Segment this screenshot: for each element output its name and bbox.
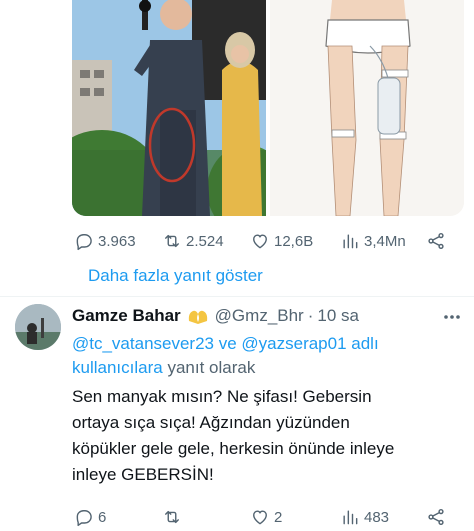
replying-to: @tc_vatansever23 ve @yazserap01 adlı kul… [72, 332, 462, 380]
views-icon [343, 234, 358, 249]
like-button[interactable]: 2 [250, 504, 282, 530]
separator-dot: · [307, 306, 314, 325]
display-name[interactable]: Gamze Bahar [72, 306, 181, 326]
views-count: 3,4Mn [364, 232, 406, 250]
views-button[interactable]: 3,4Mn [340, 226, 406, 256]
more-dots-icon [444, 315, 460, 319]
share-button[interactable] [426, 504, 446, 530]
heart-hands-emoji-icon [187, 307, 209, 325]
avatar-image [15, 304, 61, 350]
retweet-button[interactable]: 2.524 [162, 226, 224, 256]
views-count: 483 [364, 508, 390, 526]
reply-icon [76, 234, 92, 251]
reply-button[interactable]: 3.963 [74, 226, 136, 256]
show-more-replies-link[interactable]: Daha fazla yanıt göster [88, 266, 263, 286]
reply-divider [0, 296, 474, 297]
like-button[interactable]: 12,6B [250, 226, 313, 256]
avatar[interactable] [15, 304, 61, 350]
reply-text-line: köpükler gele gele, herkesin önünde inle… [72, 439, 395, 458]
share-icon [428, 232, 444, 250]
media-photo-speaker[interactable] [72, 0, 266, 216]
reply-text-line: inleye GEBERSİN! [72, 465, 214, 484]
retweet-icon [165, 510, 179, 524]
reply-action-bar: 6 2 483 [72, 504, 464, 530]
reply-text-line: ortaya sıça sıça! Ağzından yüzünden [72, 413, 350, 432]
reply-count: 6 [98, 508, 107, 526]
reply-header: Gamze Bahar @Gmz_Bhr · 10 sa [72, 304, 359, 328]
share-button[interactable] [426, 226, 446, 256]
views-icon [343, 510, 358, 525]
reply-icon [76, 510, 92, 527]
reply-button[interactable]: 6 [74, 504, 106, 530]
retweet-icon [165, 234, 179, 248]
photo-catheter-diagram [270, 0, 464, 216]
heart-icon [253, 510, 267, 525]
replying-to-suffix: yanıt olarak [167, 358, 256, 377]
retweet-button[interactable] [162, 504, 182, 530]
media-photo-diagram[interactable] [270, 0, 464, 216]
photo-speaker-illustration [72, 0, 266, 216]
reply-text-line: Sen manyak mısın? Ne şifası! Gebersin [72, 387, 372, 406]
like-count: 12,6B [274, 232, 314, 250]
timestamp[interactable]: 10 sa [317, 306, 359, 326]
heart-icon [253, 234, 267, 249]
like-count: 2 [274, 508, 283, 526]
more-options-button[interactable] [440, 308, 464, 326]
views-button[interactable]: 483 [340, 504, 389, 530]
tweet-media[interactable] [72, 0, 464, 216]
reply-count: 3.963 [98, 232, 136, 250]
handle[interactable]: @Gmz_Bhr [215, 306, 304, 326]
retweet-count: 2.524 [186, 232, 224, 250]
reply-text: Sen manyak mısın? Ne şifası! Gebersin or… [72, 384, 462, 488]
tweet-action-bar: 3.963 2.524 12,6B 3,4Mn [72, 226, 464, 256]
share-icon [428, 508, 444, 526]
